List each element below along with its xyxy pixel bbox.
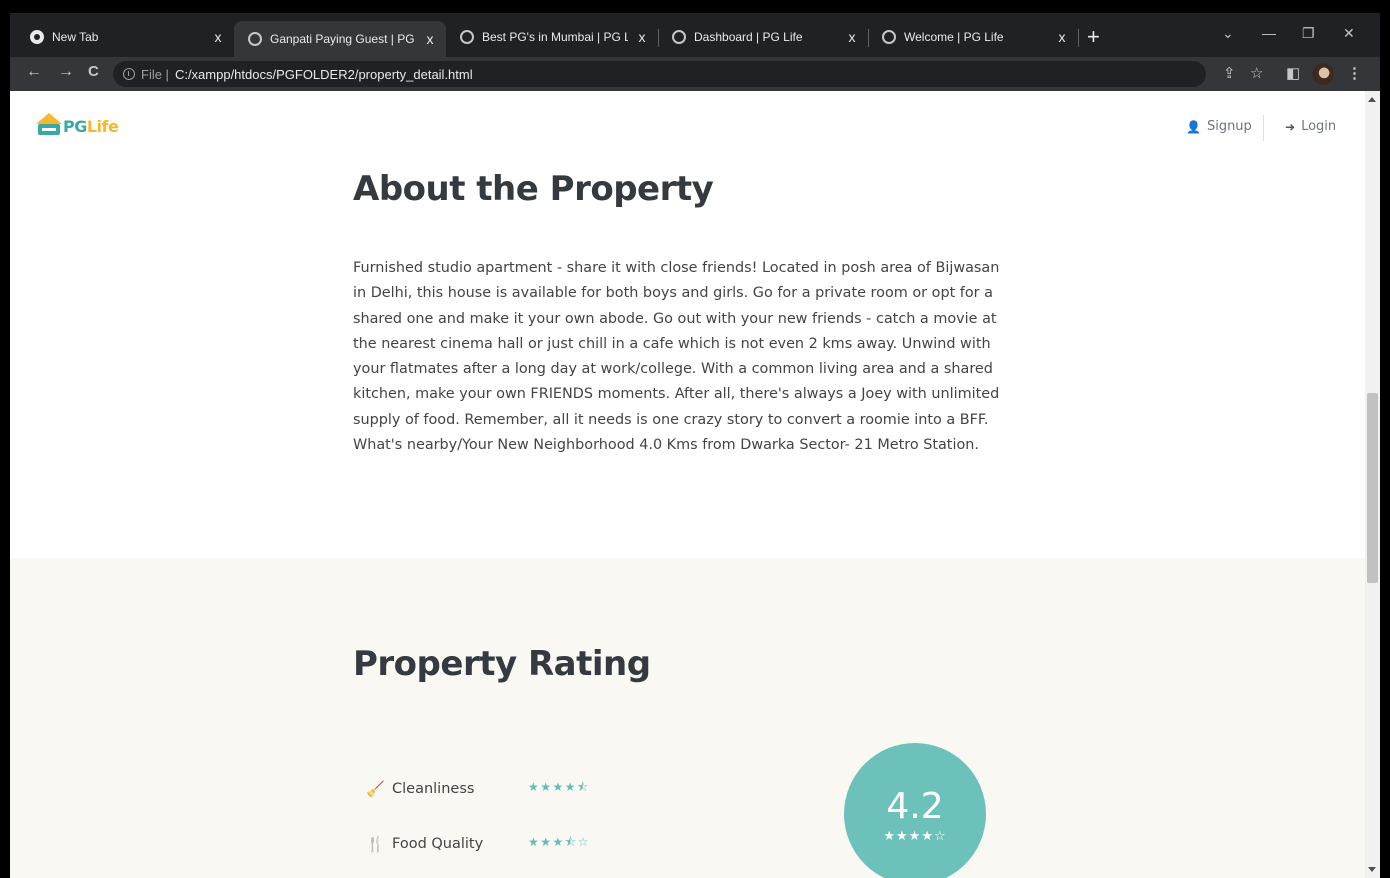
user-icon: 👤 xyxy=(1186,119,1201,134)
signup-label: Signup xyxy=(1206,119,1252,134)
info-icon[interactable] xyxy=(123,68,135,80)
login-link[interactable]: ➜ Login xyxy=(1285,119,1336,134)
utensils-icon: 🍴 xyxy=(366,834,385,853)
rating-row-cleanliness: 🧹 Cleanliness ★★★★⯪ xyxy=(366,778,590,799)
tab-title: Best PG's in Mumbai | PG Life xyxy=(482,30,628,44)
close-icon[interactable]: x xyxy=(210,29,226,45)
globe-icon xyxy=(672,30,686,44)
browser-toolbar: ← → C File | C:/xampp/htdocs/PGFOLDER2/p… xyxy=(10,57,1380,91)
page-content: PGLife 👤 Signup ➜ Login About the Proper… xyxy=(10,91,1365,878)
page-viewport: PGLife 👤 Signup ➜ Login About the Proper… xyxy=(10,91,1380,878)
tab-search-icon[interactable]: ⌄ xyxy=(1222,25,1234,42)
tab-best-pgs[interactable]: Best PG's in Mumbai | PG Life x xyxy=(446,21,658,53)
globe-icon xyxy=(248,32,262,46)
address-bar[interactable]: File | C:/xampp/htdocs/PGFOLDER2/propert… xyxy=(113,61,1206,87)
broom-icon: 🧹 xyxy=(366,779,385,798)
globe-icon xyxy=(882,30,896,44)
tab-title: Ganpati Paying Guest | PG Life xyxy=(270,32,416,46)
tab-title: Dashboard | PG Life xyxy=(694,30,803,44)
tab-title: Welcome | PG Life xyxy=(904,30,1004,44)
tab-separator xyxy=(1078,29,1079,47)
window-close-icon[interactable]: ✕ xyxy=(1343,25,1355,42)
close-icon[interactable]: x xyxy=(634,29,650,45)
tab-ganpati[interactable]: Ganpati Paying Guest | PG Life x xyxy=(234,21,446,57)
overall-rating-value: 4.2 xyxy=(886,786,944,827)
nav-divider xyxy=(1263,115,1264,141)
about-title: About the Property xyxy=(353,169,714,209)
profile-avatar[interactable] xyxy=(1312,63,1334,85)
logo-life: Life xyxy=(86,117,119,136)
login-label: Login xyxy=(1301,119,1337,134)
side-panel-icon[interactable]: ◧ xyxy=(1286,64,1300,82)
overall-rating-circle: 4.2 ★★★★☆ xyxy=(844,743,986,878)
close-icon[interactable]: x xyxy=(1054,29,1070,45)
rating-title: Property Rating xyxy=(353,644,651,684)
minimize-icon[interactable]: — xyxy=(1262,25,1276,41)
rating-section: Property Rating 🧹 Cleanliness ★★★★⯪ 🍴 Fo… xyxy=(10,558,1365,878)
browser-window: New Tab x Ganpati Paying Guest | PG Life… xyxy=(10,13,1380,878)
tab-title: New Tab xyxy=(52,30,99,44)
tab-strip: New Tab x Ganpati Paying Guest | PG Life… xyxy=(10,13,1380,57)
reload-icon[interactable]: C xyxy=(88,63,99,80)
close-icon[interactable]: x xyxy=(844,29,860,45)
star-rating: ★★★⯪☆ xyxy=(528,835,590,849)
chrome-icon xyxy=(30,30,44,44)
new-tab-button[interactable]: + xyxy=(1087,25,1100,49)
forward-icon[interactable]: → xyxy=(58,63,74,81)
rating-label: Cleanliness xyxy=(392,780,475,797)
sign-in-icon: ➜ xyxy=(1285,119,1296,134)
logo-text: PGLife xyxy=(63,117,119,136)
address-scheme: File | xyxy=(141,66,169,82)
tab-welcome[interactable]: Welcome | PG Life x xyxy=(868,21,1078,53)
scroll-down-arrow[interactable] xyxy=(1368,867,1376,872)
scroll-thumb[interactable] xyxy=(1367,393,1378,583)
restore-icon[interactable]: ❐ xyxy=(1302,25,1315,42)
house-icon xyxy=(36,113,62,135)
globe-icon xyxy=(460,30,474,44)
rating-label: Food Quality xyxy=(392,835,484,852)
address-url[interactable]: C:/xampp/htdocs/PGFOLDER2/property_detai… xyxy=(175,67,473,82)
menu-icon[interactable]: ⋮ xyxy=(1347,64,1362,82)
vertical-scrollbar[interactable] xyxy=(1365,91,1380,878)
overall-rating-stars: ★★★★☆ xyxy=(883,829,947,844)
scroll-up-arrow[interactable] xyxy=(1368,97,1376,102)
tab-dashboard[interactable]: Dashboard | PG Life x xyxy=(658,21,868,53)
share-icon[interactable]: ⇪ xyxy=(1223,64,1236,82)
tab-new-tab[interactable]: New Tab x xyxy=(16,21,234,53)
rating-row-food-quality: 🍴 Food Quality ★★★⯪☆ xyxy=(366,833,590,854)
pglife-logo[interactable]: PGLife xyxy=(36,113,119,136)
logo-pg: PG xyxy=(63,117,87,136)
about-description: Furnished studio apartment - share it wi… xyxy=(353,260,1000,454)
bookmark-star-icon[interactable]: ☆ xyxy=(1250,64,1263,82)
signup-link[interactable]: 👤 Signup xyxy=(1186,119,1252,134)
close-icon[interactable]: x xyxy=(422,31,438,47)
star-rating: ★★★★⯪ xyxy=(528,780,590,794)
back-icon[interactable]: ← xyxy=(26,63,42,81)
